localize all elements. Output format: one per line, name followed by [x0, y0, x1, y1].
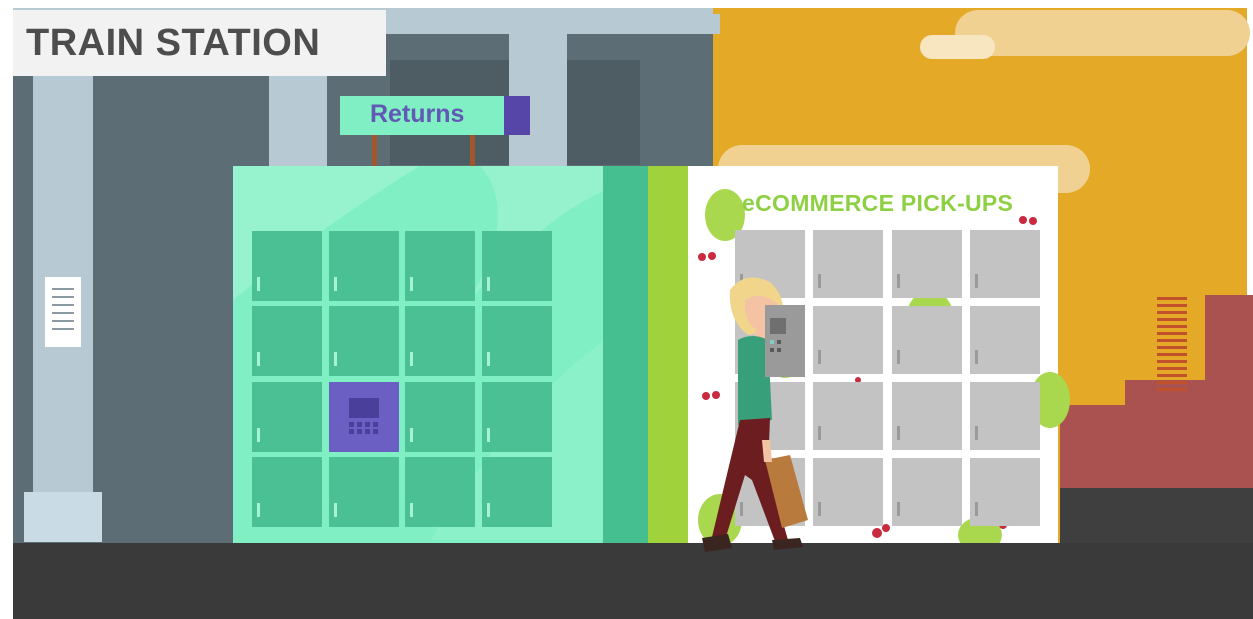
returns-locker-door [329, 457, 399, 527]
locker-handle [818, 502, 821, 516]
ecommerce-locker-door [813, 458, 883, 526]
returns-locker-door [482, 231, 552, 301]
ecommerce-locker-door [892, 458, 962, 526]
locker-handle [257, 352, 260, 366]
keypad-key [373, 429, 378, 434]
ecommerce-locker-door [892, 230, 962, 298]
locker-handle [410, 352, 413, 366]
pillar-base [24, 492, 102, 542]
locker-handle [818, 274, 821, 288]
ecommerce-sign-label: eCOMMERCE PICK-UPS [742, 190, 1014, 216]
keypad-key [357, 422, 362, 427]
returns-sign-label: Returns [370, 100, 465, 128]
locker-handle [487, 352, 490, 366]
returns-locker-door [252, 382, 322, 452]
locker-handle [975, 502, 978, 516]
ecommerce-locker-door [970, 458, 1040, 526]
pavement [13, 543, 1253, 619]
locker-handle [975, 274, 978, 288]
returns-locker-door [482, 382, 552, 452]
returns-locker-door [405, 231, 475, 301]
locker-handle [487, 277, 490, 291]
keypad-key [365, 422, 370, 427]
locker-handle [334, 503, 337, 517]
returns-locker-door [405, 457, 475, 527]
notice-paper-icon [45, 277, 81, 347]
ecommerce-locker-door [813, 306, 883, 374]
ecommerce-locker-door [892, 306, 962, 374]
locker-handle [487, 428, 490, 442]
locker-handle [410, 277, 413, 291]
locker-handle [897, 426, 900, 440]
locker-handle [257, 428, 260, 442]
returns-locker-door [252, 231, 322, 301]
locker-handle [257, 277, 260, 291]
locker-handle [818, 426, 821, 440]
returns-locker-door [252, 306, 322, 376]
ecommerce-locker-door [970, 230, 1040, 298]
returns-locker-door [329, 306, 399, 376]
locker-handle [818, 350, 821, 364]
locker-handle [487, 503, 490, 517]
ecommerce-locker-door [970, 382, 1040, 450]
ecommerce-locker-door [813, 230, 883, 298]
keypad-key [349, 429, 354, 434]
returns-locker-door [482, 457, 552, 527]
locker-handle [334, 352, 337, 366]
ecommerce-locker-door [813, 382, 883, 450]
locker-handle [975, 426, 978, 440]
locker-handle [257, 503, 260, 517]
keypad-key [373, 422, 378, 427]
locker-handle [410, 503, 413, 517]
keypad-screen-icon [349, 398, 379, 418]
returns-sign-tab [503, 96, 530, 135]
returns-locker-door [252, 457, 322, 527]
locker-handle [975, 350, 978, 364]
ecommerce-locker-door [970, 306, 1040, 374]
locker-handle [740, 502, 743, 516]
returns-locker-door [329, 231, 399, 301]
keypad-key [357, 429, 362, 434]
locker-handle [897, 502, 900, 516]
ecommerce-locker-door [892, 382, 962, 450]
returns-locker-door [405, 382, 475, 452]
keypad-key [365, 429, 370, 434]
keypad-key [349, 422, 354, 427]
returns-locker-door [482, 306, 552, 376]
locker-handle [334, 277, 337, 291]
station-title: TRAIN STATION [26, 22, 321, 64]
locker-handle [410, 428, 413, 442]
pillar [269, 76, 327, 176]
train-station-scene [0, 0, 1253, 619]
locker-handle [897, 274, 900, 288]
ecommerce-keypad-icon [765, 305, 805, 377]
returns-locker-door [405, 306, 475, 376]
locker-handle [897, 350, 900, 364]
